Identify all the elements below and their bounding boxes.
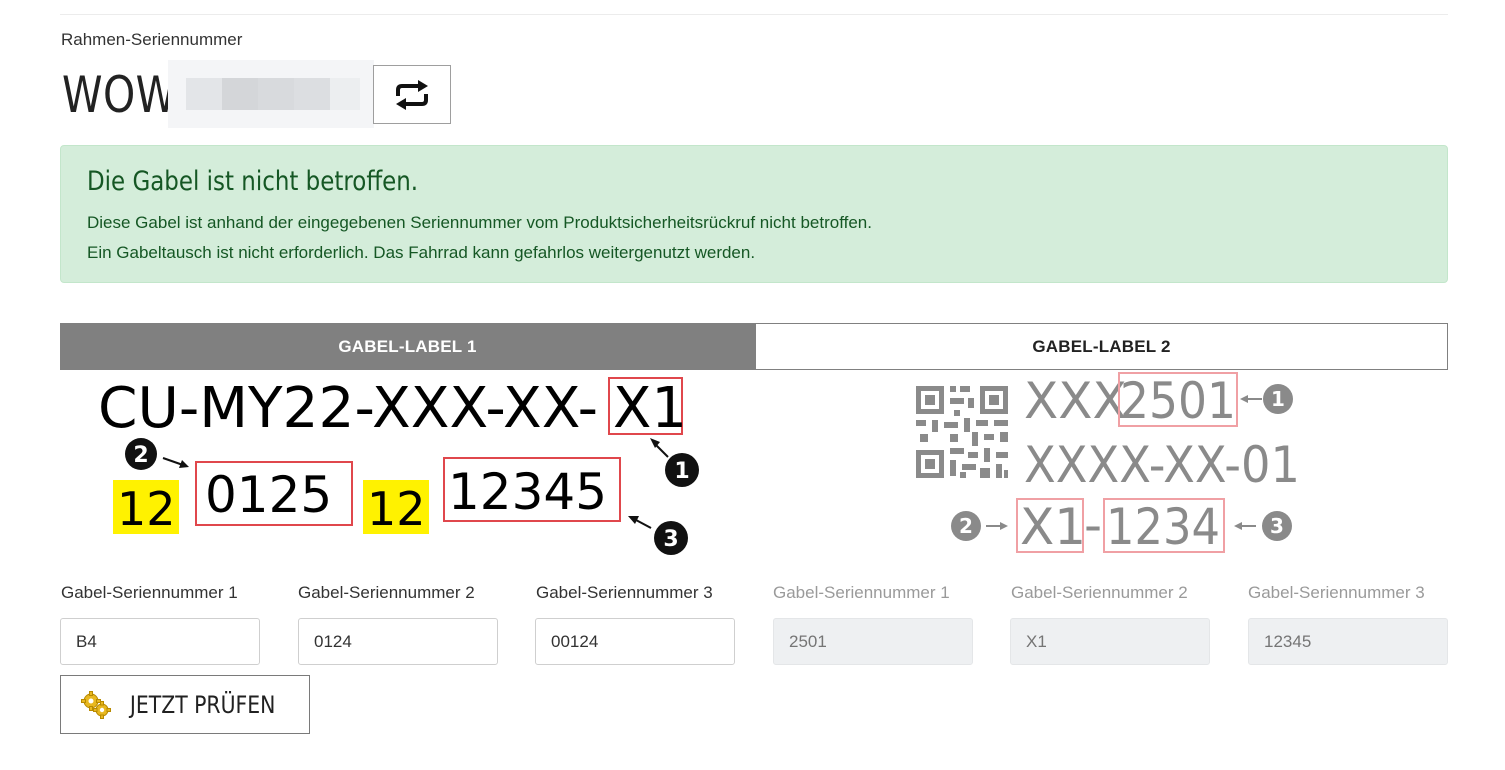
label2-line3-a: X1 xyxy=(1020,498,1086,556)
label2-line1-prefix: XXX xyxy=(1024,372,1127,430)
field-label-gabel-1: Gabel-Seriennummer 1 xyxy=(61,583,238,602)
gabel-label2-serial-3-input xyxy=(1248,618,1448,665)
label2-marker-3: 3 xyxy=(1270,514,1284,538)
field-label-gabel-3: Gabel-Seriennummer 3 xyxy=(536,583,713,602)
check-now-button[interactable]: JETZT PRÜFEN xyxy=(60,675,310,734)
status-alert: Die Gabel ist nicht betroffen. Diese Gab… xyxy=(60,145,1448,283)
frame-serial-value: WOW xyxy=(62,66,177,124)
label2-marker-2: 2 xyxy=(959,514,973,538)
field-label-gabel-label2-2: Gabel-Seriennummer 2 xyxy=(1011,583,1188,602)
field-label-gabel-label2-1: Gabel-Seriennummer 1 xyxy=(773,583,950,602)
label2-line3-b: 1234 xyxy=(1106,498,1220,556)
label1-box3-text: 12345 xyxy=(448,463,607,521)
gears-icon xyxy=(81,690,112,719)
label2-line2: XXXX-XX-01 xyxy=(1024,436,1300,494)
gabel-serial-2-input[interactable] xyxy=(298,618,498,665)
alert-text-line2: Ein Gabeltausch ist nicht erforderlich. … xyxy=(87,243,756,262)
refresh-button[interactable] xyxy=(373,65,451,124)
label1-code: CU-MY22-XXX-XX- xyxy=(98,376,598,441)
gabel-label-1-illustration: CU-MY22-XXX-XX- X1 2 12 0125 12 12345 1 … xyxy=(98,376,699,555)
qr-code-icon xyxy=(916,386,1008,478)
gabel-label2-serial-2-input xyxy=(1010,618,1210,665)
marker-3: 3 xyxy=(663,527,678,552)
marker-2: 2 xyxy=(133,443,148,468)
label1-box2-text: 0125 xyxy=(205,466,332,524)
frame-serial-redacted xyxy=(168,60,374,128)
label1-yellow1: 12 xyxy=(117,482,176,536)
gabel-label2-serial-1-input xyxy=(773,618,973,665)
alert-text-line1: Diese Gabel ist anhand der eingegebenen … xyxy=(87,213,872,232)
field-label-gabel-2: Gabel-Seriennummer 2 xyxy=(298,583,475,602)
label1-yellow2: 12 xyxy=(367,482,426,536)
label2-line3-sep: - xyxy=(1084,496,1102,554)
alert-title: Die Gabel ist nicht betroffen. xyxy=(87,166,419,197)
marker-1: 1 xyxy=(674,459,689,484)
tab-gabel-label-1[interactable]: GABEL-LABEL 1 xyxy=(60,323,755,370)
tab-gabel-label-2[interactable]: GABEL-LABEL 2 xyxy=(755,323,1448,370)
gabel-serial-1-input[interactable] xyxy=(60,618,260,665)
check-now-label: JETZT PRÜFEN xyxy=(130,690,276,719)
label2-marker-1: 1 xyxy=(1271,387,1285,411)
gabel-label-2-illustration: XXX 2501 1 XXXX-XX-01 2 X1 - 1234 3 xyxy=(916,372,1300,556)
top-divider xyxy=(60,14,1448,15)
label2-line1-box-text: 2501 xyxy=(1120,372,1236,430)
gabel-serial-3-input[interactable] xyxy=(535,618,735,665)
label1-x1: X1 xyxy=(613,376,687,441)
field-label-gabel-label2-3: Gabel-Seriennummer 3 xyxy=(1248,583,1425,602)
frame-serial-label: Rahmen-Seriennummer xyxy=(61,30,243,49)
refresh-arrows-icon xyxy=(396,79,428,110)
